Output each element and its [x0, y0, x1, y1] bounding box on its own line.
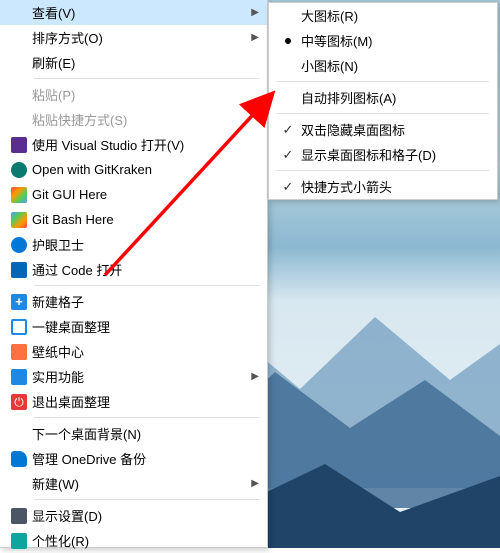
menu-eye-care[interactable]: 护眼卫士	[0, 232, 267, 257]
menu-separator	[34, 78, 259, 79]
chevron-right-icon: ▶	[251, 7, 259, 18]
submenu-small-icons[interactable]: 小图标(N)	[269, 53, 497, 78]
menu-git-gui-label: Git GUI Here	[32, 187, 259, 202]
menu-onedrive-label: 管理 OneDrive 备份	[32, 449, 259, 468]
menu-new[interactable]: 新建(W) ▶	[0, 471, 267, 496]
chevron-right-icon: ▶	[251, 32, 259, 43]
submenu-shortcut-arrow-label: 快捷方式小箭头	[301, 177, 489, 196]
menu-new-grid[interactable]: + 新建格子	[0, 289, 267, 314]
menu-separator	[34, 499, 259, 500]
menu-open-gitkraken-label: Open with GitKraken	[32, 162, 259, 177]
menu-separator	[34, 285, 259, 286]
submenu-hide-label: 双击隐藏桌面图标	[301, 120, 489, 139]
menu-sort-label: 排序方式(O)	[32, 28, 251, 47]
chevron-right-icon: ▶	[251, 371, 259, 382]
plus-icon: +	[11, 294, 27, 310]
menu-git-bash[interactable]: Git Bash Here	[0, 207, 267, 232]
menu-open-vs-label: 使用 Visual Studio 打开(V)	[32, 135, 259, 154]
check-icon: ✓	[275, 147, 301, 163]
menu-open-vs[interactable]: 使用 Visual Studio 打开(V)	[0, 132, 267, 157]
menu-exit-tidy[interactable]: ⏻ 退出桌面整理	[0, 389, 267, 414]
menu-refresh-label: 刷新(E)	[32, 53, 259, 72]
menu-desktop-tidy[interactable]: 一键桌面整理	[0, 314, 267, 339]
personalize-icon	[11, 533, 27, 549]
menu-paste-shortcut: 粘贴快捷方式(S)	[0, 107, 267, 132]
visual-studio-icon	[11, 137, 27, 153]
menu-display-settings-label: 显示设置(D)	[32, 506, 259, 525]
menu-open-gitkraken[interactable]: Open with GitKraken	[0, 157, 267, 182]
view-submenu: 大图标(R) 中等图标(M) 小图标(N) 自动排列图标(A) ✓ 双击隐藏桌面…	[268, 2, 498, 200]
submenu-medium-label: 中等图标(M)	[301, 31, 489, 50]
check-icon: ✓	[275, 122, 301, 138]
context-menu: 查看(V) ▶ 排序方式(O) ▶ 刷新(E) 粘贴(P) 粘贴快捷方式(S) …	[0, 0, 268, 548]
menu-next-bg[interactable]: 下一个桌面背景(N)	[0, 421, 267, 446]
submenu-show-icons-grid[interactable]: ✓ 显示桌面图标和格子(D)	[269, 142, 497, 167]
radio-selected-icon	[285, 38, 291, 44]
submenu-show-grid-label: 显示桌面图标和格子(D)	[301, 145, 489, 164]
submenu-hide-on-dblclick[interactable]: ✓ 双击隐藏桌面图标	[269, 117, 497, 142]
menu-wallpaper-label: 壁纸中心	[32, 342, 259, 361]
menu-separator	[277, 113, 489, 114]
menu-new-label: 新建(W)	[32, 474, 251, 493]
menu-git-bash-label: Git Bash Here	[32, 212, 259, 227]
wallpaper-icon	[11, 344, 27, 360]
menu-new-grid-label: 新建格子	[32, 292, 259, 311]
submenu-auto-arrange-label: 自动排列图标(A)	[301, 88, 489, 107]
menu-personalize-label: 个性化(R)	[32, 531, 259, 550]
onedrive-icon	[11, 451, 27, 467]
submenu-small-label: 小图标(N)	[301, 56, 489, 75]
menu-paste: 粘贴(P)	[0, 82, 267, 107]
menu-utility-label: 实用功能	[32, 367, 251, 386]
menu-git-gui[interactable]: Git GUI Here	[0, 182, 267, 207]
display-icon	[11, 508, 27, 524]
exit-icon: ⏻	[11, 394, 27, 410]
submenu-auto-arrange[interactable]: 自动排列图标(A)	[269, 85, 497, 110]
menu-separator	[277, 81, 489, 82]
grid-icon	[11, 319, 27, 335]
menu-next-bg-label: 下一个桌面背景(N)	[32, 424, 259, 443]
menu-utility[interactable]: 实用功能 ▶	[0, 364, 267, 389]
menu-open-code-label: 通过 Code 打开	[32, 260, 259, 279]
menu-view-label: 查看(V)	[32, 3, 251, 22]
submenu-shortcut-arrow[interactable]: ✓ 快捷方式小箭头	[269, 174, 497, 199]
utility-icon	[11, 369, 27, 385]
menu-wallpaper[interactable]: 壁纸中心	[0, 339, 267, 364]
submenu-medium-icons[interactable]: 中等图标(M)	[269, 28, 497, 53]
git-gui-icon	[11, 187, 27, 203]
git-bash-icon	[11, 212, 27, 228]
menu-separator	[277, 170, 489, 171]
eye-care-icon	[11, 237, 27, 253]
menu-open-code[interactable]: 通过 Code 打开	[0, 257, 267, 282]
menu-paste-label: 粘贴(P)	[32, 85, 259, 104]
menu-personalize[interactable]: 个性化(R)	[0, 528, 267, 553]
menu-onedrive[interactable]: 管理 OneDrive 备份	[0, 446, 267, 471]
menu-eye-care-label: 护眼卫士	[32, 235, 259, 254]
menu-exit-tidy-label: 退出桌面整理	[32, 392, 259, 411]
submenu-large-icons[interactable]: 大图标(R)	[269, 3, 497, 28]
vscode-icon	[11, 262, 27, 278]
menu-separator	[34, 417, 259, 418]
menu-sort[interactable]: 排序方式(O) ▶	[0, 25, 267, 50]
menu-display-settings[interactable]: 显示设置(D)	[0, 503, 267, 528]
gitkraken-icon	[11, 162, 27, 178]
menu-paste-shortcut-label: 粘贴快捷方式(S)	[32, 110, 259, 129]
chevron-right-icon: ▶	[251, 478, 259, 489]
check-icon: ✓	[275, 179, 301, 195]
menu-refresh[interactable]: 刷新(E)	[0, 50, 267, 75]
menu-desktop-tidy-label: 一键桌面整理	[32, 317, 259, 336]
menu-view[interactable]: 查看(V) ▶	[0, 0, 267, 25]
submenu-large-label: 大图标(R)	[301, 6, 489, 25]
